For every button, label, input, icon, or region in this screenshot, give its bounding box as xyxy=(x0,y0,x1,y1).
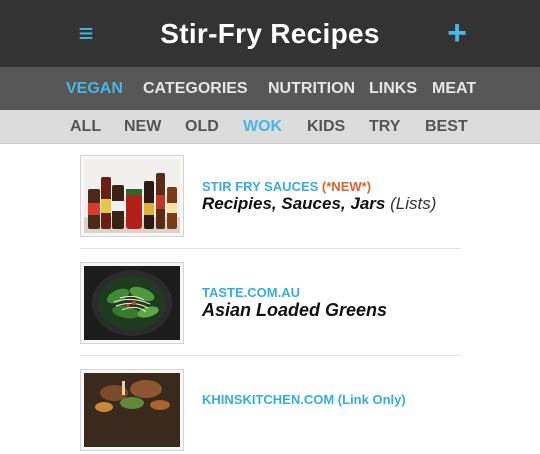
recipe-card[interactable]: KHINSKITCHEN.COM (Link Only) xyxy=(80,369,460,454)
post-title-text[interactable]: Asian Loaded Greens xyxy=(202,300,387,320)
nav-item-categories[interactable]: CATEGORIES xyxy=(143,67,248,110)
post-title[interactable]: Recipies, Sauces, Jars (Lists) xyxy=(202,194,436,214)
tab-try[interactable]: TRY xyxy=(369,110,400,143)
post-title-suffix: (Lists) xyxy=(390,194,437,213)
post-source[interactable]: TASTE.COM.AU xyxy=(202,285,300,300)
nav-item-meat[interactable]: MEAT xyxy=(432,67,476,110)
sauce-bottles-picture xyxy=(84,159,180,233)
add-icon[interactable]: + xyxy=(442,14,472,52)
nav-item-nutrition[interactable]: NUTRITION xyxy=(268,67,355,110)
nav-item-links[interactable]: LINKS xyxy=(369,67,417,110)
tab-all[interactable]: ALL xyxy=(70,110,101,143)
tab-new[interactable]: NEW xyxy=(124,110,161,143)
greens-picture xyxy=(84,266,180,340)
filter-tabs: ALL NEW OLD WOK KIDS TRY BEST xyxy=(0,110,540,144)
greens-image[interactable] xyxy=(80,262,184,344)
nav-item-vegan[interactable]: VEGAN xyxy=(66,67,123,110)
post-source-label[interactable]: STIR FRY SAUCES xyxy=(202,179,318,194)
app-header: ≡ Stir-Fry Recipes + xyxy=(0,0,540,67)
recipe-card[interactable]: STIR FRY SAUCES (*NEW*) Recipies, Sauces… xyxy=(80,155,460,240)
page-title: Stir-Fry Recipes xyxy=(160,18,380,49)
menu-icon[interactable]: ≡ xyxy=(76,17,96,49)
recipe-card[interactable]: TASTE.COM.AU Asian Loaded Greens xyxy=(80,262,460,347)
divider xyxy=(80,248,460,249)
post-source[interactable]: STIR FRY SAUCES (*NEW*) xyxy=(202,179,371,194)
divider xyxy=(80,355,460,356)
main-nav: VEGAN CATEGORIES NUTRITION LINKS MEAT xyxy=(0,67,540,110)
tab-wok[interactable]: WOK xyxy=(243,110,282,143)
stir-fry-picture xyxy=(84,373,180,447)
stir-fry-image[interactable] xyxy=(80,369,184,451)
post-title[interactable]: Asian Loaded Greens xyxy=(202,300,387,321)
post-source-label[interactable]: TASTE.COM.AU xyxy=(202,285,300,300)
sauce-bottles-image[interactable] xyxy=(80,155,184,237)
post-title-text[interactable]: Recipies, Sauces, Jars xyxy=(202,194,385,213)
new-badge: (*NEW*) xyxy=(321,179,372,194)
tab-kids[interactable]: KIDS xyxy=(307,110,345,143)
tab-old[interactable]: OLD xyxy=(185,110,219,143)
tab-best[interactable]: BEST xyxy=(425,110,468,143)
